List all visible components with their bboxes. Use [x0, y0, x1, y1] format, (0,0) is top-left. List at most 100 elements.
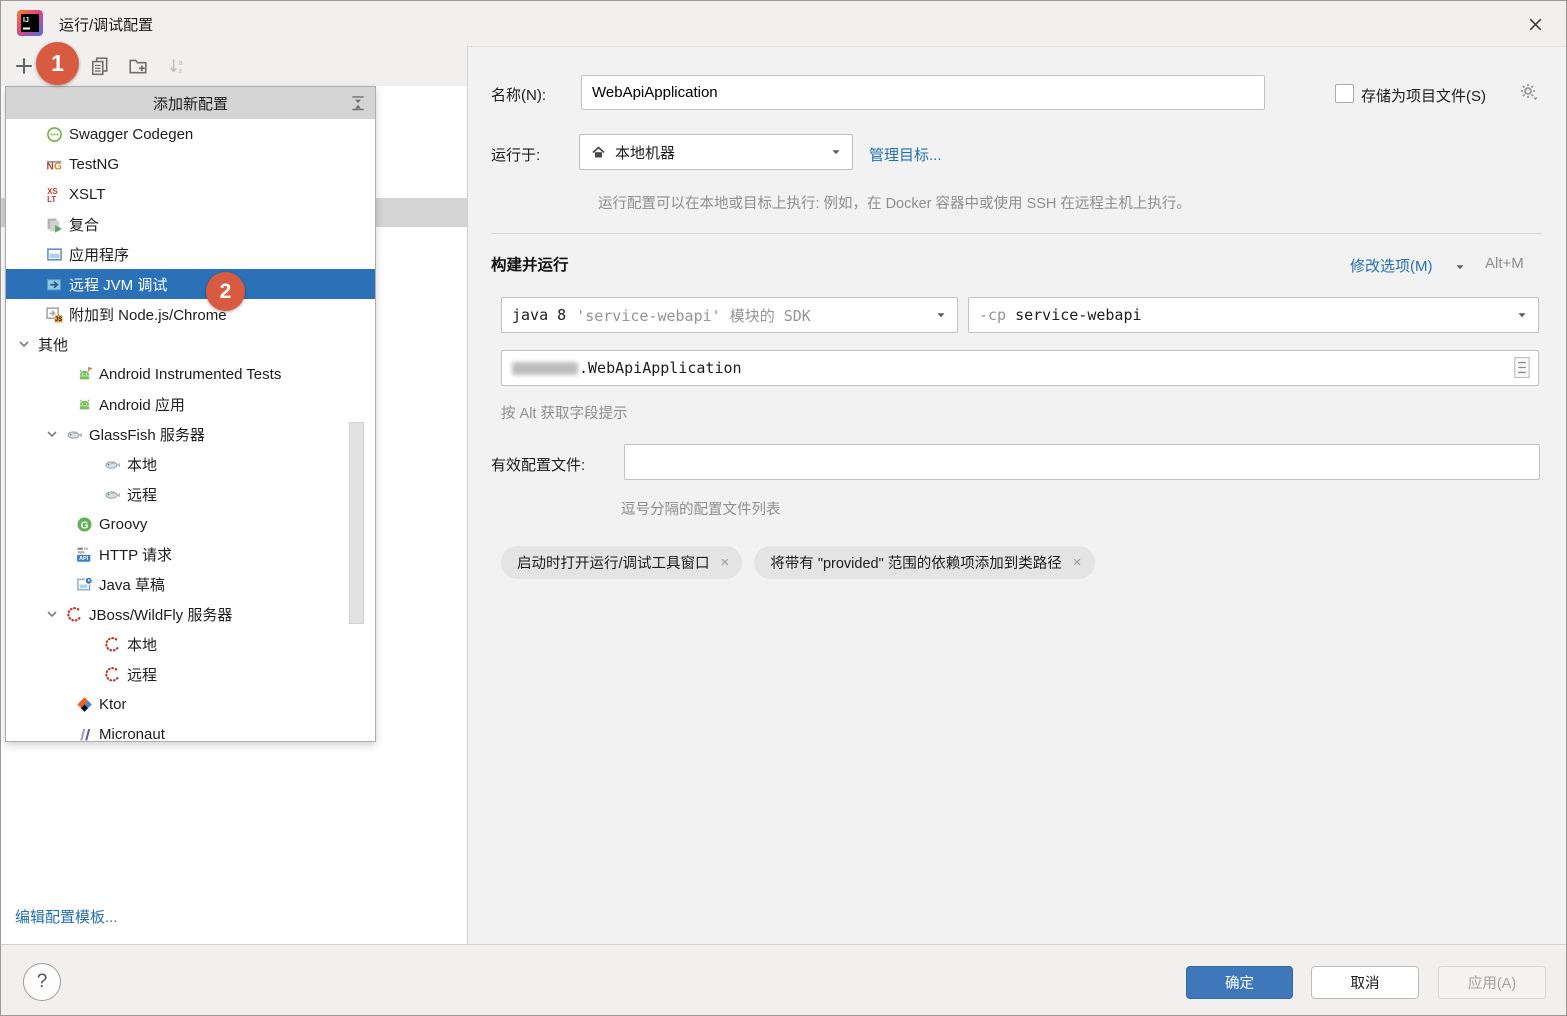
list-item[interactable]: JBoss/WildFly 服务器: [6, 599, 375, 629]
chevron-down-icon: [1515, 308, 1529, 322]
store-as-project-file-label: 存储为项目文件(S): [1361, 85, 1486, 106]
jdk-select[interactable]: java 8 'service-webapi' 模块的 SDK: [501, 297, 958, 333]
xslt-icon: XSLT: [46, 186, 63, 203]
list-item[interactable]: NGTestNG: [6, 149, 375, 179]
intellij-logo-icon: IJ: [17, 10, 43, 36]
build-and-run-title: 构建并运行: [491, 253, 569, 275]
chip-close-icon[interactable]: ×: [721, 554, 730, 571]
android-test-icon: [76, 366, 93, 383]
svg-text:N: N: [47, 161, 54, 172]
list-item[interactable]: Java 草稿: [6, 569, 375, 599]
list-item-label: Java 草稿: [99, 574, 165, 595]
list-item-label: Swagger Codegen: [69, 126, 193, 143]
list-item-label: Android Instrumented Tests: [99, 366, 281, 383]
list-item[interactable]: 本地: [6, 449, 375, 479]
chevron-down-icon: [934, 308, 948, 322]
run-debug-config-dialog: IJ 运行/调试配置 az 编辑配置模板... 添加新配置 Swagger Co…: [0, 0, 1567, 1016]
option-chip: 启动时打开运行/调试工具窗口 ×: [501, 546, 742, 579]
list-item[interactable]: Android 应用: [6, 389, 375, 419]
list-item-label: 本地: [127, 634, 157, 655]
help-button[interactable]: ?: [23, 963, 61, 1001]
section-divider: [491, 233, 1542, 234]
chevron-down-icon: [1453, 260, 1467, 274]
swagger-icon: [46, 126, 63, 143]
run-target-hint: 运行配置可以在本地或目标上执行: 例如，在 Docker 容器中或使用 SSH …: [598, 192, 1191, 213]
list-item[interactable]: Micronaut: [6, 719, 375, 741]
list-item[interactable]: 其他: [6, 329, 375, 359]
browse-icon[interactable]: [1514, 357, 1530, 378]
jboss-icon: [104, 636, 121, 653]
chips-row: 启动时打开运行/调试工具窗口 × 将带有 "provided" 范围的依赖项添加到类…: [501, 546, 1095, 579]
chip-close-icon[interactable]: ×: [1073, 554, 1082, 571]
testng-icon: NG: [46, 156, 63, 173]
close-icon[interactable]: [1516, 7, 1554, 41]
list-item[interactable]: Android Instrumented Tests: [6, 359, 375, 389]
chevron-down-icon[interactable]: [16, 336, 32, 352]
svg-text:G: G: [81, 520, 89, 531]
classpath-module-select[interactable]: -cp service-webapi: [968, 297, 1539, 333]
list-item[interactable]: APIHTTP 请求: [6, 539, 375, 569]
list-item[interactable]: 本地: [6, 629, 375, 659]
android-icon: [76, 396, 93, 413]
list-item[interactable]: 远程: [6, 659, 375, 689]
list-item[interactable]: 应用程序: [6, 239, 375, 269]
list-item-label: Groovy: [99, 516, 147, 533]
profiles-hint: 逗号分隔的配置文件列表: [621, 498, 781, 519]
option-chip-label: 启动时打开运行/调试工具窗口: [517, 552, 710, 573]
scrollbar-thumb[interactable]: [349, 422, 364, 624]
list-item[interactable]: XSLTXSLT: [6, 179, 375, 209]
window-title: 运行/调试配置: [59, 14, 153, 35]
name-input[interactable]: [581, 75, 1265, 110]
gear-icon[interactable]: [1519, 82, 1539, 102]
ok-button[interactable]: 确定: [1186, 966, 1293, 999]
list-item-label: 远程: [127, 664, 157, 685]
groovy-icon: G: [76, 516, 93, 533]
option-chip-label: 将带有 "provided" 范围的依赖项添加到类路径: [770, 552, 1061, 573]
popup-header: 添加新配置: [6, 87, 375, 119]
application-icon: [46, 246, 63, 263]
sort-alphabetically-icon: az: [168, 56, 188, 76]
svg-text:LT: LT: [47, 194, 56, 202]
list-item[interactable]: GlassFish 服务器: [6, 419, 375, 449]
list-item[interactable]: 远程: [6, 479, 375, 509]
list-item[interactable]: 复合: [6, 209, 375, 239]
svg-text:z: z: [179, 66, 183, 75]
list-item-label: 附加到 Node.js/Chrome: [69, 304, 227, 325]
list-item[interactable]: Swagger Codegen: [6, 119, 375, 149]
popup-title: 添加新配置: [153, 93, 228, 114]
list-item[interactable]: Ktor: [6, 689, 375, 719]
chevron-down-icon[interactable]: [44, 606, 60, 622]
manage-targets-link[interactable]: 管理目标...: [869, 144, 942, 165]
apply-button: 应用(A): [1438, 966, 1546, 999]
jboss-icon: [104, 666, 121, 683]
svg-text:JS: JS: [55, 317, 62, 323]
jdk-detail: 'service-webapi' 模块的 SDK: [576, 305, 811, 326]
add-configuration-icon[interactable]: [14, 56, 34, 76]
run-target-select[interactable]: 本地机器: [579, 134, 853, 170]
main-class-field[interactable]: .WebApiApplication: [501, 350, 1539, 386]
annotation-badge-1: 1: [36, 42, 79, 85]
node-attach-icon: JS: [46, 306, 63, 323]
main-class-value: .WebApiApplication: [579, 359, 742, 377]
store-as-project-file-checkbox[interactable]: [1335, 84, 1354, 103]
list-item-label: 应用程序: [69, 244, 129, 265]
list-item[interactable]: JS 附加到 Node.js/Chrome: [6, 299, 375, 329]
cancel-button[interactable]: 取消: [1311, 966, 1419, 999]
new-folder-icon[interactable]: [128, 56, 148, 76]
copy-configuration-icon[interactable]: [90, 56, 110, 76]
chevron-down-icon[interactable]: [44, 426, 60, 442]
list-item-label: JBoss/WildFly 服务器: [89, 604, 232, 625]
list-item[interactable]: 远程 JVM 调试: [6, 269, 375, 299]
list-item[interactable]: G Groovy: [6, 509, 375, 539]
glassfish-icon: [66, 426, 83, 443]
list-item-label: 远程 JVM 调试: [69, 274, 167, 295]
remote-jvm-icon: [46, 276, 63, 293]
modify-options-link[interactable]: 修改选项(M): [1350, 255, 1433, 276]
chevron-down-icon: [829, 145, 843, 159]
list-item-label: GlassFish 服务器: [89, 424, 205, 445]
edit-configuration-templates-link[interactable]: 编辑配置模板...: [15, 906, 118, 927]
active-profiles-input[interactable]: [624, 444, 1540, 480]
svg-text:G: G: [54, 161, 62, 172]
collapse-all-icon[interactable]: [349, 94, 367, 112]
list-item-label: Ktor: [99, 696, 127, 713]
